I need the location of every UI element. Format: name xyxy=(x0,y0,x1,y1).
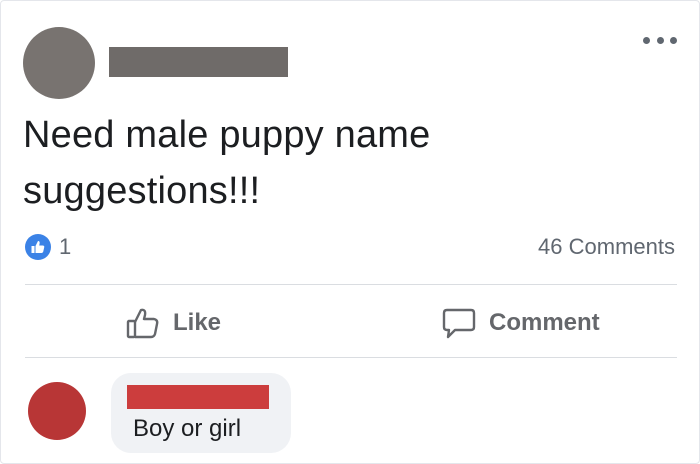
reactions-summary[interactable]: 1 xyxy=(25,234,71,260)
reaction-count: 1 xyxy=(59,234,72,259)
comment-text: Boy or girl xyxy=(133,415,242,442)
post-text: Need male puppy name suggestions!!! xyxy=(23,114,431,212)
like-label: Like xyxy=(173,309,222,336)
comment-bubble: Boy or girl xyxy=(111,373,291,453)
divider xyxy=(25,357,677,358)
more-options-icon[interactable] xyxy=(643,31,677,49)
dot xyxy=(656,36,664,44)
author-name-redacted[interactable] xyxy=(109,47,288,77)
post-card: Need male puppy name suggestions!!! 1 46… xyxy=(0,0,700,464)
comments-count-link[interactable]: 46 Comments xyxy=(538,234,675,260)
avatar[interactable] xyxy=(23,27,95,99)
comment-button[interactable]: Comment xyxy=(441,303,600,343)
like-button[interactable]: Like xyxy=(125,303,221,343)
dot xyxy=(670,36,677,44)
commenter-avatar[interactable] xyxy=(28,382,86,440)
thumbs-up-outline-icon xyxy=(126,308,159,339)
divider xyxy=(25,284,677,285)
comment-label: Comment xyxy=(489,309,600,336)
thumbs-up-icon xyxy=(25,234,51,260)
dot xyxy=(643,36,650,44)
speech-bubble-icon xyxy=(442,308,476,339)
commenter-name-redacted[interactable] xyxy=(127,385,269,409)
